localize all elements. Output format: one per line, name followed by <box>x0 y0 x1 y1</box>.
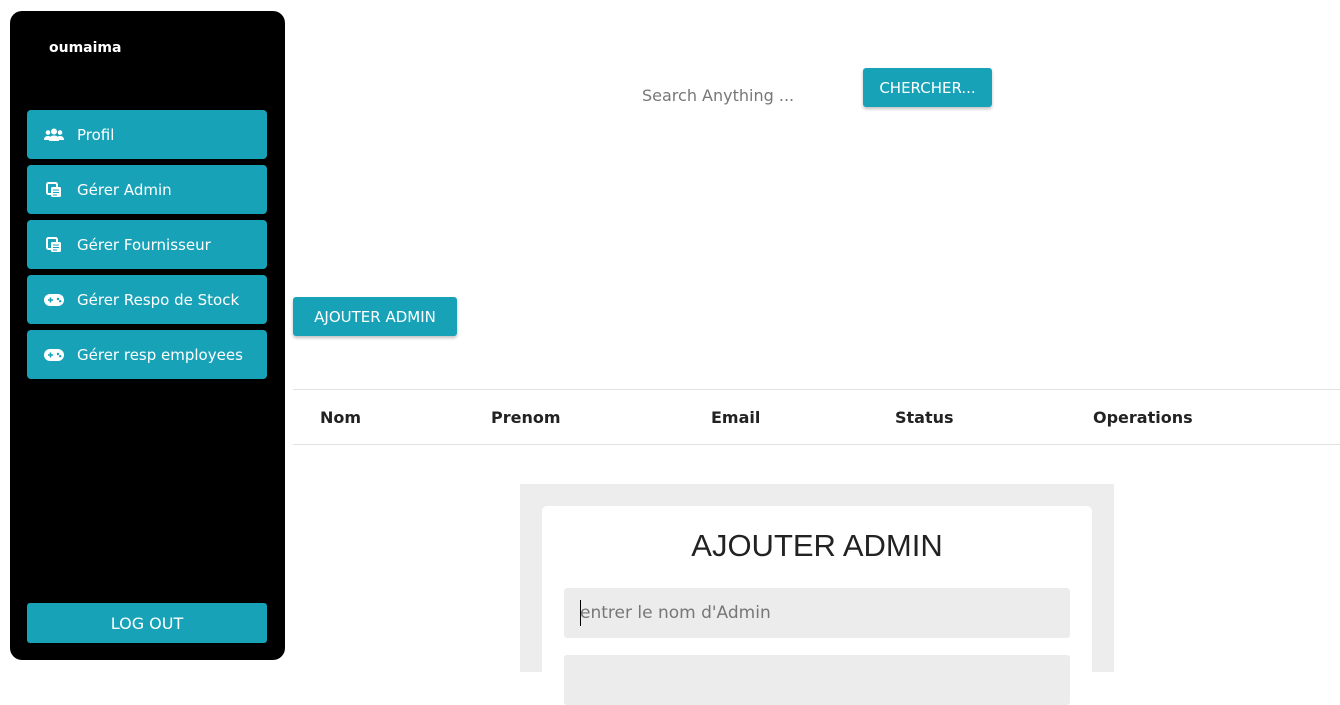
sidebar-item-label: Gérer Fournisseur <box>77 235 211 254</box>
copy-icon <box>44 181 64 198</box>
copy-icon <box>44 236 64 253</box>
admin-second-field[interactable] <box>564 655 1070 705</box>
sidebar-item-gerer-fournisseur[interactable]: Gérer Fournisseur <box>27 220 267 269</box>
sidebar-item-label: Gérer resp employees <box>77 345 243 364</box>
admin-name-field[interactable] <box>564 588 1070 638</box>
text-cursor <box>580 600 581 626</box>
logout-button[interactable]: LOG OUT <box>27 603 267 643</box>
gamepad-icon <box>44 347 64 363</box>
sidebar-item-profil[interactable]: Profil <box>27 110 267 159</box>
users-icon <box>44 127 64 143</box>
modal-title: AJOUTER ADMIN <box>691 528 943 563</box>
search-button[interactable]: CHERCHER... <box>863 68 992 107</box>
sidebar-item-label: Gérer Admin <box>77 180 172 199</box>
table-header: Nom Prenom Email Status Operations <box>293 389 1340 445</box>
add-admin-button[interactable]: AJOUTER ADMIN <box>293 297 457 336</box>
column-header-operations: Operations <box>1093 407 1193 427</box>
search-input[interactable] <box>630 78 845 112</box>
column-header-prenom: Prenom <box>491 407 561 427</box>
sidebar-item-gerer-admin[interactable]: Gérer Admin <box>27 165 267 214</box>
sidebar-item-label: Gérer Respo de Stock <box>77 290 240 309</box>
column-header-status: Status <box>895 407 954 427</box>
sidebar-item-label: Profil <box>77 125 115 144</box>
gamepad-icon <box>44 292 64 308</box>
column-header-email: Email <box>711 407 761 427</box>
sidebar: oumaima Profil Gérer Admin Gérer Fournis… <box>10 11 285 660</box>
column-header-nom: Nom <box>320 407 362 427</box>
brand-name: oumaima <box>49 40 122 56</box>
sidebar-item-gerer-respo-stock[interactable]: Gérer Respo de Stock <box>27 275 267 324</box>
sidebar-item-gerer-resp-employees[interactable]: Gérer resp employees <box>27 330 267 379</box>
